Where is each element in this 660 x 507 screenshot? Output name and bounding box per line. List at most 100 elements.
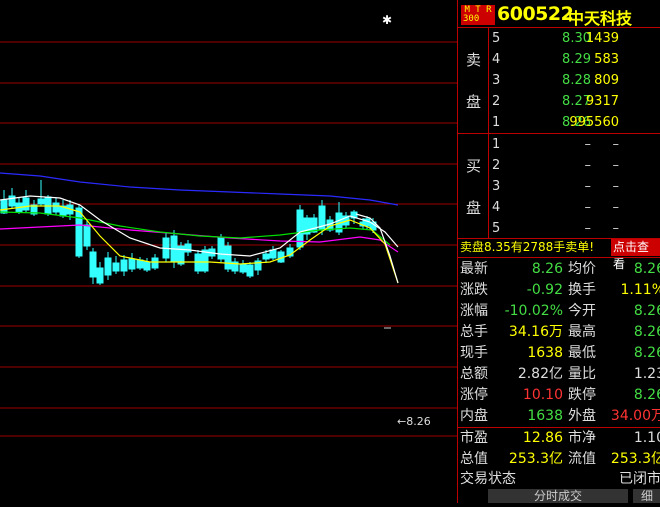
quote-row: 涨停 10.10 跌停 8.26 xyxy=(458,385,660,406)
candle-body xyxy=(104,257,112,276)
trade-status-row: 交易状态 已闭市 xyxy=(460,471,660,487)
kline-chart[interactable]: ✱ ←8.26 xyxy=(0,0,457,503)
quote-value: 8.26 xyxy=(633,261,660,277)
volume-value: – xyxy=(612,221,620,236)
volume-value: 1439 xyxy=(585,31,619,46)
quote-value: 8.26 xyxy=(633,345,660,361)
level-label: 4 xyxy=(492,52,501,67)
candle-body xyxy=(269,249,277,259)
quote-key: 现手 xyxy=(460,345,488,361)
candle-body xyxy=(22,197,30,211)
asks-row[interactable]: 2 8.27 9317 xyxy=(488,91,660,112)
quote-key: 涨跌 xyxy=(460,282,488,298)
candle-body xyxy=(83,224,91,247)
quote-key: 总值 xyxy=(460,451,488,467)
quote-key: 换手 xyxy=(568,282,596,298)
quote-value: 10.10 xyxy=(522,387,563,403)
asks-row[interactable]: 5 8.30 1439 xyxy=(488,28,660,49)
volume-value: 995560 xyxy=(569,115,619,130)
view-details-button[interactable]: 点击查看 xyxy=(611,239,660,271)
quote-value: 1.10 xyxy=(633,430,660,446)
market-badge[interactable]: M T R 300 xyxy=(461,5,495,25)
quote-key: 市净 xyxy=(568,430,596,446)
quote-value: 253.3亿 xyxy=(610,451,660,467)
volume-value: 583 xyxy=(594,52,619,67)
quote-key: 最新 xyxy=(460,261,488,277)
quote-key: 流值 xyxy=(568,451,596,467)
quote-panel: M T R 300 600522 中天科技 卖 盘 5 8.30 1439 4 8.29… xyxy=(457,0,660,503)
asks-row[interactable]: 3 8.28 809 xyxy=(488,70,660,91)
asks-row[interactable]: 4 8.29 583 xyxy=(488,49,660,70)
level-label: 5 xyxy=(492,31,501,46)
quote-key: 外盘 xyxy=(568,408,596,424)
quote-key: 内盘 xyxy=(460,408,488,424)
tab-fenshi[interactable]: 分时成交 xyxy=(488,489,628,503)
stock-header: M T R 300 600522 中天科技 xyxy=(458,0,660,28)
candle-body xyxy=(37,198,45,205)
quote-key: 总额 xyxy=(460,366,488,382)
quote-row: 内盘 1638 外盘 34.00万 xyxy=(458,406,660,427)
stock-name: 中天科技 xyxy=(568,9,633,28)
volume-value: 9317 xyxy=(585,94,619,109)
candle-body xyxy=(120,259,128,272)
candle-body xyxy=(136,259,144,269)
quote-value: 1638 xyxy=(527,345,563,361)
quote-row: 总额 2.82亿量比 1.23 xyxy=(458,364,660,385)
quote-key: 最高 xyxy=(568,324,596,340)
candle-body xyxy=(8,195,16,207)
tab-detail[interactable]: 细 xyxy=(633,489,660,503)
level-label: 1 xyxy=(492,115,501,130)
quote-value: 253.3亿 xyxy=(508,451,563,467)
quote-row: 总手 34.16万最高 8.26 xyxy=(458,322,660,343)
quote-value: 8.26 xyxy=(633,387,660,403)
bids-row[interactable]: 3– – xyxy=(488,176,660,197)
level-label: 1 xyxy=(492,137,501,152)
candle-body xyxy=(143,261,151,271)
quote-key: 今开 xyxy=(568,303,596,319)
level-label: 2 xyxy=(492,158,501,173)
last-price-label: ←8.26 xyxy=(397,415,431,428)
candle-body xyxy=(0,199,8,214)
quote-value: 34.00万 xyxy=(610,408,660,424)
candle-body xyxy=(52,202,60,213)
quote-value: 8.26 xyxy=(531,261,563,277)
bids-row[interactable]: 4– – xyxy=(488,197,660,218)
level-label: 3 xyxy=(492,73,501,88)
candle-body xyxy=(224,245,232,270)
quote-value: 8.26 xyxy=(633,303,660,319)
quote-key: 市盈 xyxy=(460,430,488,446)
valuation-row: 总值 253.3亿 流值 253.3亿 xyxy=(458,449,660,470)
level-label: 3 xyxy=(492,179,501,194)
quote-value: 1.23 xyxy=(633,366,660,382)
quote-key: 涨停 xyxy=(460,387,488,403)
quote-row: 最新 8.26 均价 8.26 xyxy=(458,259,660,280)
candle-body xyxy=(89,251,97,278)
ask-book: 卖 盘 5 8.30 1439 4 8.29 583 3 8.28 809 2 8.27 9317 1 8… xyxy=(458,28,660,134)
order-alert-text: 卖盘8.35有2788手卖单! xyxy=(460,240,595,254)
candle-body xyxy=(151,257,159,269)
bids-row[interactable]: 2– – xyxy=(488,155,660,176)
quote-value: -10.02% xyxy=(504,303,563,319)
quote-value: 34.16万 xyxy=(508,324,563,340)
level-label: 4 xyxy=(492,200,501,215)
quote-key: 总手 xyxy=(460,324,488,340)
quote-row: 涨幅 -10.02% 今开 8.26 xyxy=(458,301,660,322)
quote-value: 2.82亿 xyxy=(517,366,563,382)
volume-value: – xyxy=(612,200,620,215)
stock-code: 600522 xyxy=(497,3,574,25)
volume-value: – xyxy=(612,158,620,173)
quote-key: 量比 xyxy=(568,366,596,382)
ma-line-long xyxy=(0,172,399,206)
candle-body xyxy=(246,264,254,277)
candle-body xyxy=(184,243,192,253)
quote-key: 涨幅 xyxy=(460,303,488,319)
quote-value: -0.92 xyxy=(526,282,563,298)
volume-value: 809 xyxy=(594,73,619,88)
quote-key: 均价 xyxy=(568,261,596,277)
quote-row: 现手 1638 最低 8.26 xyxy=(458,343,660,364)
bids-row[interactable]: 1– – xyxy=(488,134,660,155)
bids-row[interactable]: 5– – xyxy=(488,218,660,239)
candle-body xyxy=(112,262,120,272)
order-alert-banner: 卖盘8.35有2788手卖单! 点击查看 xyxy=(458,238,660,271)
asks-row[interactable]: 1 8.26 995560 xyxy=(488,112,660,133)
